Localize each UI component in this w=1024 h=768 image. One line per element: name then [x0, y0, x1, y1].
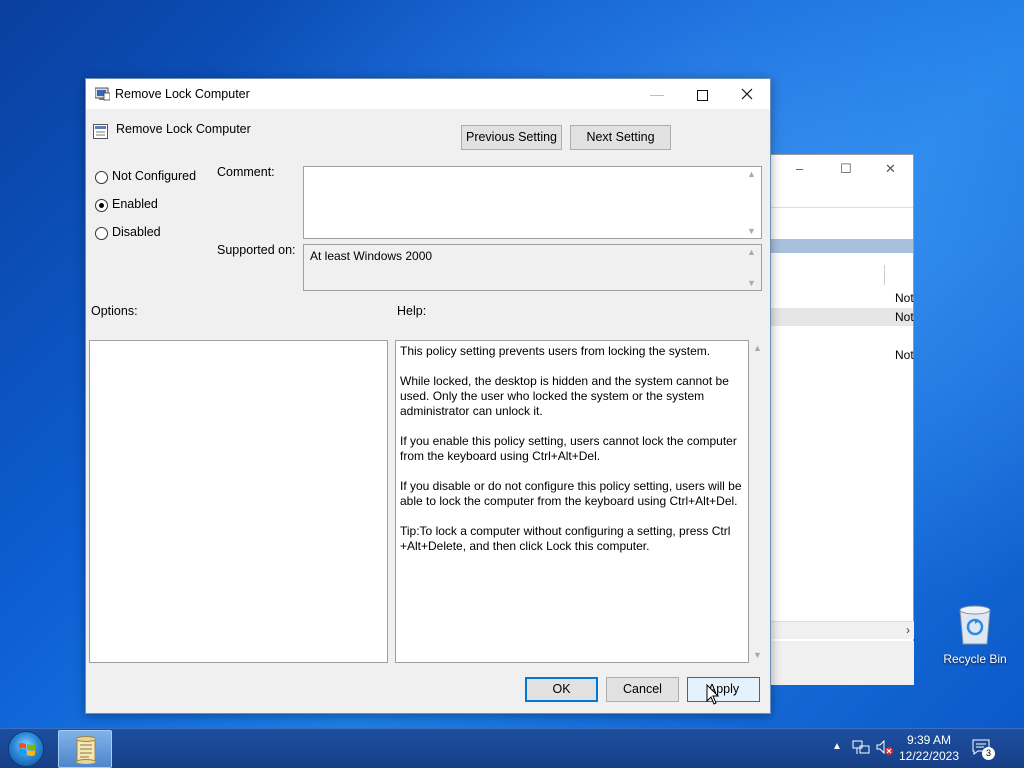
comment-scrollbar[interactable]: ▲ ▼ — [744, 167, 761, 238]
radio-circle-checked[interactable] — [95, 199, 108, 212]
scroll-down-icon[interactable]: ▼ — [747, 226, 756, 236]
help-text: This policy setting prevents users from … — [400, 344, 744, 569]
clock-time: 9:39 AM — [906, 733, 952, 747]
recycle-bin-icon — [959, 605, 991, 645]
bg-selected-band — [771, 239, 913, 253]
scroll-down-icon[interactable]: ▼ — [747, 278, 756, 288]
radio-label: Enabled — [112, 197, 158, 211]
background-window[interactable]: – ☐ ✕ Not Not Not › — [760, 154, 914, 685]
scroll-right-icon[interactable]: › — [906, 623, 910, 637]
policy-editor-icon — [95, 87, 110, 101]
policy-name: Remove Lock Computer — [116, 122, 251, 136]
recycle-bin[interactable]: Recycle Bin — [940, 600, 1010, 670]
mouse-cursor-icon — [706, 684, 720, 705]
dialog-titlebar[interactable]: Remove Lock Computer — — [86, 79, 770, 109]
comment-textbox[interactable]: ▲ ▼ — [303, 166, 762, 239]
scroll-up-icon[interactable]: ▲ — [747, 169, 756, 179]
scroll-document-icon — [75, 736, 97, 764]
bg-toolbar-divider — [761, 207, 913, 208]
notification-count-badge: 3 — [982, 747, 995, 760]
system-clock[interactable]: 9:39 AM 12/22/2023 — [896, 732, 962, 764]
options-panel[interactable] — [89, 340, 388, 663]
dialog-title: Remove Lock Computer — [115, 87, 250, 101]
close-icon — [741, 88, 753, 100]
scroll-down-icon[interactable]: ▼ — [753, 650, 762, 660]
options-label: Options: — [91, 304, 138, 318]
ok-button[interactable]: OK — [525, 677, 598, 702]
scroll-up-icon[interactable]: ▲ — [753, 343, 762, 353]
supported-on-value: At least Windows 2000 — [310, 249, 433, 263]
bg-horizontal-scrollbar[interactable]: › — [771, 621, 914, 639]
bg-maximize-icon[interactable]: ☐ — [840, 161, 852, 177]
policy-setting-icon — [93, 124, 108, 139]
volume-muted-icon[interactable] — [876, 740, 894, 756]
recycle-bin-label: Recycle Bin — [943, 652, 1007, 666]
help-paragraph: This policy setting prevents users from … — [400, 344, 711, 358]
supported-on-field[interactable]: At least Windows 2000 ▲ ▼ — [303, 244, 762, 291]
help-paragraph: Tip:To lock a computer without configuri… — [400, 524, 731, 553]
scroll-up-icon[interactable]: ▲ — [747, 247, 756, 257]
supported-on-label: Supported on: — [217, 243, 296, 257]
close-button[interactable] — [724, 79, 770, 109]
radio-circle[interactable] — [95, 171, 108, 184]
supported-on-scrollbar[interactable]: ▲ ▼ — [744, 245, 761, 290]
cancel-button[interactable]: Cancel — [606, 677, 679, 702]
minimize-icon: — — [650, 86, 664, 102]
bg-column-divider — [884, 265, 885, 285]
bg-minimize-icon[interactable]: – — [796, 161, 803, 176]
next-setting-button[interactable]: Next Setting — [570, 125, 671, 150]
taskbar-app-button[interactable] — [58, 730, 112, 768]
network-icon[interactable] — [852, 740, 870, 756]
bg-state-cell: Not — [895, 310, 914, 324]
bg-close-icon[interactable]: ✕ — [885, 161, 896, 177]
help-panel[interactable]: This policy setting prevents users from … — [395, 340, 749, 663]
radio-circle[interactable] — [95, 227, 108, 240]
background-window-titlebar[interactable]: – ☐ ✕ — [761, 155, 913, 185]
bg-state-cell: Not — [895, 348, 914, 362]
bg-selected-row[interactable] — [771, 308, 913, 326]
apply-button[interactable]: Apply — [687, 677, 760, 702]
windows-logo-icon — [19, 743, 35, 756]
show-hidden-icons-icon[interactable]: ▲ — [832, 741, 842, 752]
help-paragraph: If you enable this policy setting, users… — [400, 434, 737, 463]
help-scrollbar[interactable]: ▲ ▼ — [750, 340, 767, 663]
start-button[interactable] — [8, 731, 44, 767]
policy-dialog: Remove Lock Computer — Remove Lock Compu… — [85, 78, 771, 714]
comment-label: Comment: — [217, 165, 275, 179]
help-label: Help: — [397, 304, 427, 318]
maximize-icon — [696, 89, 708, 101]
previous-setting-button[interactable]: Previous Setting — [461, 125, 562, 150]
radio-label: Not Configured — [112, 169, 197, 183]
clock-date: 12/22/2023 — [898, 749, 960, 763]
radio-label: Disabled — [112, 225, 161, 239]
help-paragraph: While locked, the desktop is hidden and … — [400, 374, 729, 418]
taskbar: ▲ 9:39 AM 12/22/2023 3 — [0, 728, 1024, 768]
bg-bottom-area — [771, 641, 914, 685]
help-paragraph: If you disable or do not configure this … — [400, 479, 742, 508]
maximize-button[interactable] — [679, 79, 725, 109]
minimize-button[interactable]: — — [634, 79, 680, 109]
bg-state-cell: Not — [895, 291, 914, 305]
